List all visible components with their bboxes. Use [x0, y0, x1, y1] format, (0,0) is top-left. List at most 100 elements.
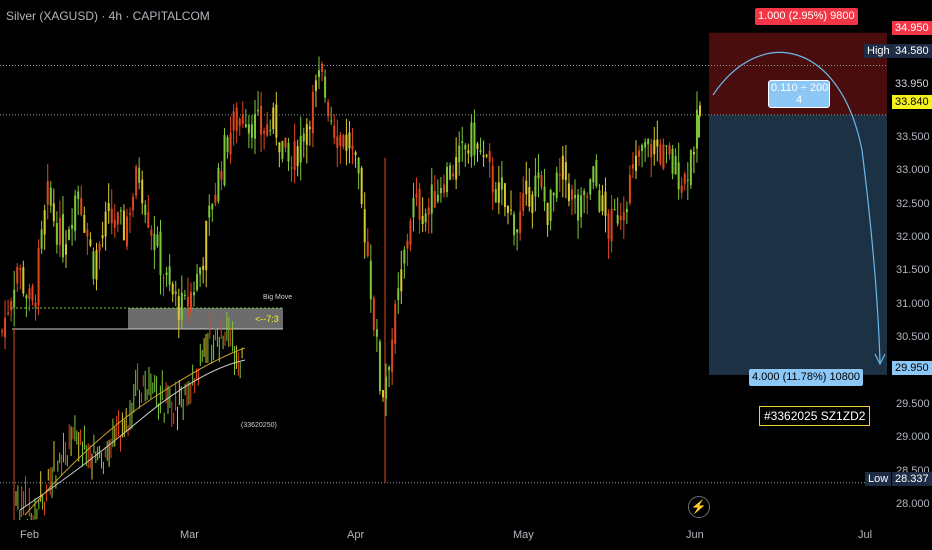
candle-body [180, 292, 183, 321]
low-tag: Low [865, 472, 892, 486]
candle-body [598, 190, 601, 212]
candle-body [586, 195, 589, 198]
candle-body [80, 198, 83, 215]
candle-body [391, 339, 394, 373]
candle-body [686, 179, 689, 181]
y-tick-label: 32.500 [896, 197, 930, 210]
candle-body [317, 70, 320, 78]
candle-body [25, 295, 28, 299]
candle-body [363, 209, 366, 243]
candle-body [546, 202, 549, 225]
candle-body [144, 204, 147, 216]
candle-body [628, 174, 631, 204]
candle-body [583, 191, 586, 196]
candle-body [293, 141, 296, 171]
candle-body [275, 104, 278, 138]
candle-body [558, 174, 561, 176]
candle-body [260, 105, 263, 135]
candle-body [692, 152, 695, 155]
candle-body [671, 148, 674, 174]
candle-body [574, 194, 577, 199]
candle-body [46, 181, 49, 205]
candle-body [656, 139, 659, 147]
candle-body [116, 212, 119, 225]
inset-caption: (33620250) [241, 422, 277, 429]
candle-body [257, 109, 260, 112]
candle-body [129, 213, 132, 215]
inset-zone-label: Big Move [263, 294, 293, 301]
candle-body [564, 162, 567, 181]
candle-body [196, 273, 199, 291]
candle-body [570, 189, 573, 200]
candle-body [16, 266, 19, 284]
candle-body [406, 240, 409, 249]
candle-body [193, 292, 196, 296]
candle-body [122, 210, 125, 241]
candle-body [427, 207, 430, 215]
candle-body [439, 187, 442, 194]
candle-body [452, 173, 455, 177]
inset-zone-text: <--7:3 [255, 314, 279, 324]
candle-body [647, 139, 650, 145]
candle-body [244, 124, 247, 127]
candle-body [327, 102, 330, 117]
chart-title: Silver (XAGUSD) · 4h · CAPITALCOM [6, 9, 210, 23]
candle-body [589, 179, 592, 195]
candle-body [631, 164, 634, 169]
x-tick-label: Jul [858, 529, 873, 541]
ratio-label[interactable]: 0.110 ÷ 200 4 [768, 80, 830, 108]
candle-body [497, 182, 500, 203]
candle-body [135, 166, 138, 196]
candle-body [424, 213, 427, 223]
candle-body [40, 229, 43, 249]
candle-body [357, 158, 360, 174]
target-price-tag: 29.950 [892, 361, 932, 375]
candle-body [333, 125, 336, 138]
candle-body [330, 120, 333, 122]
candle-body [284, 137, 287, 148]
high-tag: High [864, 44, 893, 58]
candle-body [1, 330, 3, 332]
candle-body [189, 291, 192, 313]
x-tick-label: Jun [686, 529, 704, 541]
candle-body [601, 195, 604, 212]
candle-body [604, 191, 607, 216]
candle-body [107, 203, 110, 212]
candle-body [668, 145, 671, 155]
candle-body [34, 302, 37, 307]
candle-body [543, 186, 546, 202]
candle-body [561, 155, 564, 180]
candle-body [342, 135, 345, 147]
candle-body [177, 296, 180, 320]
flash-icon[interactable]: ⚡ [688, 496, 710, 518]
target-badge: 4.000 (11.78%) 10800 [749, 369, 864, 386]
candle-body [7, 312, 10, 315]
candle-body [674, 156, 677, 175]
candle-body [653, 140, 656, 155]
candle-body [491, 165, 494, 193]
candle-body [141, 179, 144, 204]
candle-body [266, 124, 269, 136]
candle-body [510, 209, 513, 211]
ratio-label-line2: 4 [795, 94, 803, 106]
candle-body [378, 341, 381, 392]
candle-body [525, 180, 528, 195]
candle-body [58, 217, 61, 246]
candle-body [211, 204, 214, 210]
candle-body [449, 165, 452, 180]
candle-body [74, 195, 77, 231]
candle-body [68, 229, 71, 240]
candle-body [232, 111, 235, 131]
candle-body [421, 215, 424, 225]
candle-body [638, 150, 641, 157]
candle-body [442, 184, 445, 193]
candle-body [98, 243, 101, 252]
candle-body [369, 260, 372, 300]
candle-body [482, 155, 485, 158]
candle-body [238, 119, 241, 126]
candle-body [110, 208, 113, 224]
candle-body [205, 220, 208, 271]
candle-body [208, 205, 211, 218]
candle-body [247, 124, 250, 134]
candle-body [162, 277, 165, 279]
